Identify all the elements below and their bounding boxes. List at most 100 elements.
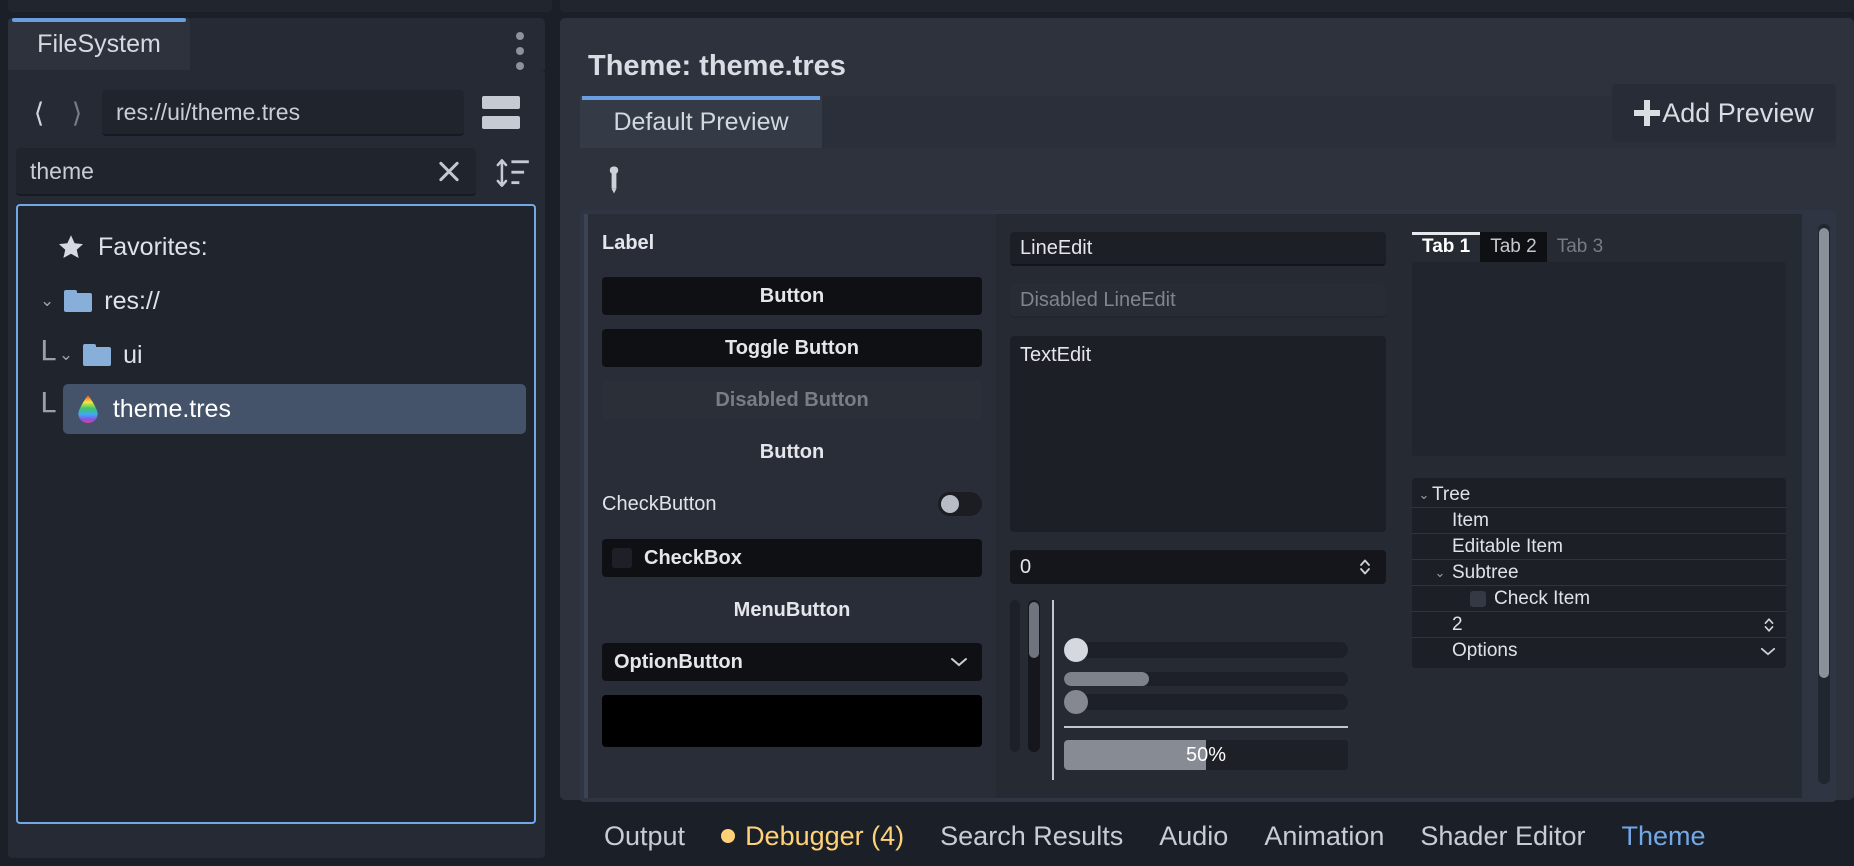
preview-check-button-row[interactable]: CheckButton [602, 485, 982, 523]
preview-vertical-scrollbar[interactable] [1818, 224, 1830, 784]
tree-item-theme-tres[interactable]: theme.tres [62, 384, 526, 434]
folder-icon [64, 290, 93, 312]
preview-hslider-2[interactable] [1064, 690, 1348, 714]
star-icon [56, 232, 86, 262]
preview-label: Label [602, 232, 655, 254]
twisty-icon[interactable]: ⌄ [1416, 487, 1432, 503]
toggle-switch[interactable] [938, 492, 982, 516]
preview-tab-1[interactable]: Tab 1 [1412, 232, 1481, 262]
preview-tree-row-options[interactable]: Options [1412, 638, 1786, 664]
slider-handle[interactable] [1064, 690, 1088, 714]
preview-line-edit[interactable]: LineEdit [1010, 232, 1386, 266]
preview-check-box[interactable]: CheckBox [602, 539, 982, 577]
preview-vseparator [1052, 600, 1054, 780]
tree-item-ui-folder[interactable]: L ⌄ ui [26, 330, 526, 380]
preview-text-edit[interactable]: TextEdit [1010, 336, 1386, 532]
checkbox-icon [612, 548, 632, 568]
nav-back-icon[interactable]: ⟨ [22, 96, 56, 130]
preview-button[interactable]: Button [602, 277, 982, 315]
eyedropper-icon[interactable] [596, 162, 632, 198]
preview-flat-button[interactable]: Button [602, 433, 982, 471]
tab-active-accent [12, 18, 186, 22]
preview-check-box-label: CheckBox [644, 546, 742, 569]
theme-editor-main: Theme: theme.tres Default Preview Add Pr… [560, 0, 1854, 866]
preview-tree-row-spin[interactable]: 2 [1412, 612, 1786, 638]
filesystem-nav-row: ⟨ ⟩ res://ui/theme.tres [22, 88, 532, 138]
preview-disabled-button: Disabled Button [602, 381, 982, 419]
preview-disabled-line-edit: Disabled LineEdit [1010, 284, 1386, 318]
preview-option-button-label: OptionButton [614, 650, 743, 673]
spinner-arrows-icon[interactable] [1358, 557, 1372, 577]
preview-tree[interactable]: ⌄ Tree Item Editable Item ⌄ Subtree Chec… [1412, 478, 1786, 668]
preview-tab-3: Tab 3 [1547, 232, 1613, 262]
filesystem-body: ⟨ ⟩ res://ui/theme.tres theme Favorites:… [8, 70, 545, 858]
preview-column-containers: Tab 1 Tab 2 Tab 3 ⌄ Tree Item Editable I… [1398, 214, 1798, 798]
add-preview-button[interactable]: Add Preview [1612, 84, 1836, 142]
preview-hslider-1[interactable] [1064, 638, 1348, 662]
bottom-item-animation[interactable]: Animation [1246, 821, 1402, 852]
page-title: Theme: theme.tres [588, 50, 846, 82]
preview-option-button[interactable]: OptionButton [602, 643, 982, 681]
preview-tab-2[interactable]: Tab 2 [1480, 232, 1547, 262]
path-display[interactable]: res://ui/theme.tres [102, 90, 464, 136]
bottom-item-audio[interactable]: Audio [1141, 821, 1246, 852]
bottom-item-output-label: Output [604, 820, 686, 851]
preview-color-picker-button[interactable] [602, 695, 982, 747]
tab-default-preview[interactable]: Default Preview [580, 96, 822, 148]
progress-fill [1064, 672, 1149, 686]
bottom-item-theme-label: Theme [1621, 820, 1706, 851]
twisty-icon[interactable]: ⌄ [1432, 565, 1448, 581]
bottom-item-animation-label: Animation [1264, 820, 1385, 851]
search-input[interactable]: theme [16, 148, 476, 196]
tab-filesystem-label: FileSystem [37, 29, 161, 58]
spinner-arrows-icon[interactable] [1762, 612, 1776, 638]
bottom-item-search-results[interactable]: Search Results [922, 821, 1141, 852]
preview-tree-row-editable-item[interactable]: Editable Item [1412, 534, 1786, 560]
scrollbar-thumb[interactable] [1819, 228, 1829, 678]
bottom-item-search-results-label: Search Results [940, 820, 1124, 851]
chevron-down-icon[interactable] [1760, 638, 1776, 664]
sort-icon-svg [496, 159, 529, 187]
preview-column-inputs: LineEdit Disabled LineEdit TextEdit 0 50… [996, 214, 1398, 798]
preview-tree-row-item[interactable]: Item [1412, 508, 1786, 534]
tab-filesystem[interactable]: FileSystem [8, 18, 190, 70]
twisty-icon-res[interactable]: ⌄ [40, 291, 54, 311]
theme-preview-area: Label Button Toggle Button Disabled Butt… [580, 210, 1836, 802]
preview-spin-box-value: 0 [1020, 555, 1032, 578]
preview-hprogress [1064, 672, 1348, 686]
split-view-icon[interactable] [482, 96, 520, 130]
tree-guide-line: L [40, 385, 57, 419]
scrollbar-thumb[interactable] [1029, 602, 1039, 658]
preview-spin-box[interactable]: 0 [1010, 550, 1386, 584]
tree-item-theme-tres-wrap: L theme.tres [26, 384, 526, 434]
checkbox-icon[interactable] [1470, 590, 1486, 607]
tree-label-theme-tres: theme.tres [112, 394, 231, 423]
slider-handle[interactable] [1064, 638, 1088, 662]
preview-vscrollbar[interactable] [1028, 600, 1040, 752]
bottom-item-debugger[interactable]: Debugger (4) [703, 821, 922, 852]
preview-hseparator [1064, 726, 1348, 728]
nav-forward-icon[interactable]: ⟩ [60, 96, 94, 130]
dock-menu-kebab-icon[interactable] [516, 32, 524, 74]
bottom-item-theme[interactable]: Theme [1604, 821, 1724, 852]
preview-menu-button[interactable]: MenuButton [602, 591, 982, 629]
dock-top-strip [8, 0, 552, 12]
tree-item-res-root[interactable]: ⌄ res:// [26, 276, 526, 326]
bottom-item-shader-editor[interactable]: Shader Editor [1402, 821, 1603, 852]
preview-tree-row-tree[interactable]: ⌄ Tree [1412, 482, 1786, 508]
preview-toggle-button[interactable]: Toggle Button [602, 329, 982, 367]
twisty-icon-ui[interactable]: ⌄ [59, 345, 73, 365]
preview-toolbar [580, 154, 1836, 206]
preview-tree-row-check-item[interactable]: Check Item [1412, 586, 1786, 612]
tree-label-ui-folder: ui [123, 340, 143, 369]
theme-resource-icon [75, 394, 101, 424]
preview-vscrollbar-flat[interactable] [1010, 600, 1020, 752]
bottom-item-output[interactable]: Output [586, 821, 703, 852]
sort-icon[interactable] [494, 154, 532, 192]
tree-item-favorites[interactable]: Favorites: [26, 222, 526, 272]
filesystem-tree[interactable]: Favorites: ⌄ res:// L ⌄ ui L theme.tres [16, 204, 536, 824]
bottom-item-shader-editor-label: Shader Editor [1420, 820, 1586, 851]
preview-check-button-label: CheckButton [602, 492, 717, 515]
preview-tree-row-subtree[interactable]: ⌄ Subtree [1412, 560, 1786, 586]
search-clear-icon[interactable] [436, 158, 462, 184]
